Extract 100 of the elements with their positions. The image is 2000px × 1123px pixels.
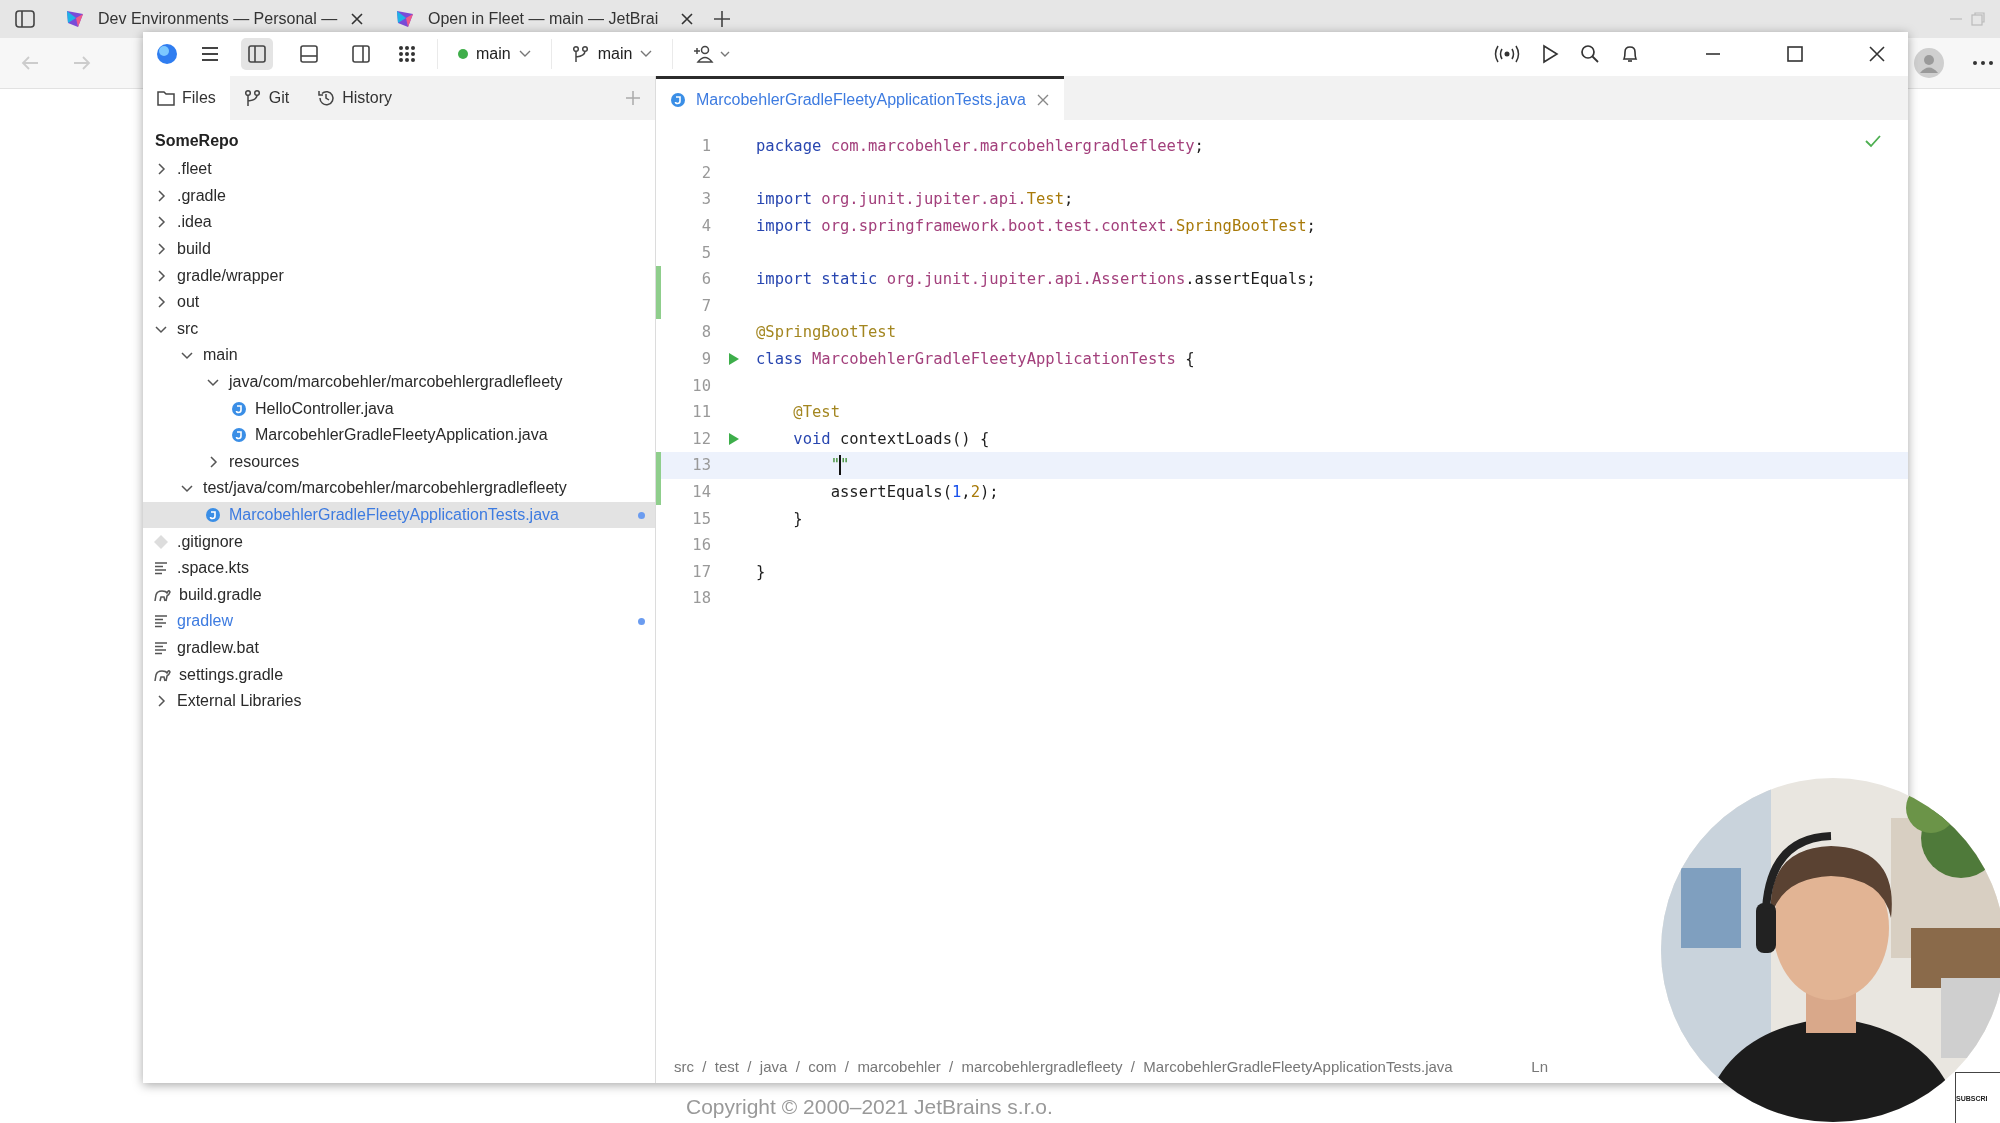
line-number: 10 (691, 376, 711, 395)
change-marker[interactable] (656, 452, 661, 479)
chevron-down-icon (640, 50, 653, 58)
line-number: 3 (700, 190, 711, 209)
code-line: @SpringBootTest (756, 323, 896, 342)
tree-item[interactable]: java/com/marcobehler/marcobehlergradlefleety (143, 368, 655, 396)
more-icon[interactable] (1972, 59, 1994, 67)
tree-item[interactable]: out (143, 288, 655, 316)
tree-item[interactable]: build (143, 235, 655, 263)
tree-item[interactable]: .space.kts (143, 554, 655, 582)
java-file-icon (231, 400, 247, 417)
workspace-selector[interactable]: main (458, 45, 531, 63)
change-marker[interactable] (656, 265, 661, 293)
tree-item[interactable]: HelloController.java (143, 395, 655, 422)
code-line: } (756, 562, 766, 581)
tree-item[interactable]: MarcobehlerGradleFleetyApplication.java (143, 421, 655, 449)
close-icon[interactable] (350, 12, 364, 26)
tree-item[interactable]: src (143, 315, 655, 343)
line-number: 7 (700, 296, 711, 315)
tree-item[interactable]: main (143, 342, 655, 369)
panel-layout-icon (299, 44, 319, 64)
chevron-down-icon (518, 50, 531, 58)
code-line: } (792, 509, 803, 528)
tree-item[interactable]: settings.gradle (143, 661, 655, 688)
folder-icon (157, 90, 175, 106)
line-number: 12 (691, 429, 711, 448)
line-number: 8 (700, 323, 711, 342)
browser-tab[interactable]: Dev Environments — Personal — (52, 3, 376, 35)
line-number: 6 (700, 270, 711, 289)
branch-selector[interactable]: main (571, 45, 653, 63)
run-icon[interactable] (1540, 44, 1560, 64)
tree-item[interactable]: gradle/wrapper (143, 262, 655, 289)
sidebar-tab[interactable]: History (303, 76, 406, 120)
tree-item[interactable]: .idea (143, 209, 655, 236)
search-icon[interactable] (1580, 44, 1600, 64)
line-number: 11 (691, 403, 711, 422)
line-number: 4 (700, 217, 711, 236)
line-number: 9 (700, 350, 711, 369)
status-dot-icon (458, 49, 468, 59)
branch-icon (571, 45, 590, 63)
check-icon (1864, 134, 1882, 148)
panel-layout-icon (351, 44, 371, 64)
text-file-icon (153, 640, 169, 656)
modified-dot-icon (638, 617, 645, 625)
fleet-logo-icon (394, 8, 416, 30)
java-file-icon (670, 91, 686, 108)
editor-tab[interactable]: MarcobehlerGradleFleetyApplicationTests.java (656, 76, 1064, 120)
fleet-logo-icon[interactable] (155, 42, 179, 66)
sidebar-tab[interactable]: Git (229, 76, 304, 120)
project-name: SomeRepo (154, 131, 240, 151)
sidebar-tab[interactable]: Files (143, 76, 230, 120)
java-file-icon (205, 507, 221, 523)
tree-item[interactable]: .gitignore (143, 528, 655, 555)
tab-actions-icon[interactable] (14, 8, 36, 30)
run-gutter-icon[interactable] (727, 352, 740, 367)
modified-dot-icon (638, 511, 645, 519)
line-number: 16 (691, 536, 711, 555)
tree-item[interactable]: .fleet (143, 156, 655, 183)
tree-item[interactable]: gradlew.bat (143, 634, 655, 662)
code-line: package com.marcobehler.marcobehlergradlefleety; (756, 137, 1204, 156)
cursor-position: Ln (1531, 1057, 1548, 1075)
history-icon (317, 89, 336, 107)
line-number: 5 (700, 243, 711, 262)
panel-toggle[interactable] (241, 38, 273, 70)
tree-item[interactable]: External Libraries (143, 687, 655, 715)
java-file-icon (231, 427, 247, 444)
close-icon[interactable] (1868, 45, 1886, 63)
text-file-icon (153, 560, 169, 577)
new-tab-icon[interactable] (712, 9, 732, 29)
apps-grid-icon[interactable] (397, 44, 417, 64)
run-gutter-icon[interactable] (727, 431, 740, 446)
maximize-icon[interactable] (1786, 45, 1804, 63)
code-line: import org.junit.jupiter.api.Test; (756, 190, 1074, 209)
fleet-logo-icon (64, 8, 86, 30)
bell-icon[interactable] (1620, 44, 1640, 64)
tree-item[interactable]: .gradle (143, 182, 655, 210)
breadcrumb-path[interactable]: src / test / java / com / marcobehler / marcobehlergradlefleety / MarcobehlerGradleFleetyApplicationTests.java (674, 1057, 1453, 1075)
line-number: 13 (691, 456, 711, 475)
tree-item[interactable]: build.gradle (143, 581, 655, 609)
text-file-icon (153, 613, 169, 630)
browser-tab[interactable]: Open in Fleet — main — JetBrai (382, 3, 706, 35)
code-line: import org.springframework.boot.test.context.SpringBootTest; (756, 217, 1316, 236)
broadcast-icon[interactable] (1494, 44, 1520, 64)
line-number: 15 (691, 509, 711, 528)
panel-layout-icon (247, 44, 267, 64)
tree-item[interactable]: test/java/com/marcobehler/marcobehlergradlefleety (143, 475, 655, 502)
text-cursor (839, 455, 841, 476)
close-icon[interactable] (680, 12, 694, 26)
code-line: @Test (792, 403, 840, 422)
tree-item[interactable]: resources (143, 448, 655, 476)
line-number: 14 (691, 483, 711, 501)
line-number: 1 (700, 137, 711, 156)
line-number: 2 (700, 163, 711, 182)
avatar-icon[interactable] (1914, 48, 1944, 78)
change-marker[interactable] (656, 292, 661, 320)
line-number: 18 (691, 589, 711, 608)
tree-item[interactable]: gradlew (143, 608, 655, 635)
code-line: class MarcobehlerGradleFleetyApplicationTests { (756, 350, 1195, 369)
branch-icon (243, 89, 262, 107)
change-marker[interactable] (656, 478, 661, 506)
